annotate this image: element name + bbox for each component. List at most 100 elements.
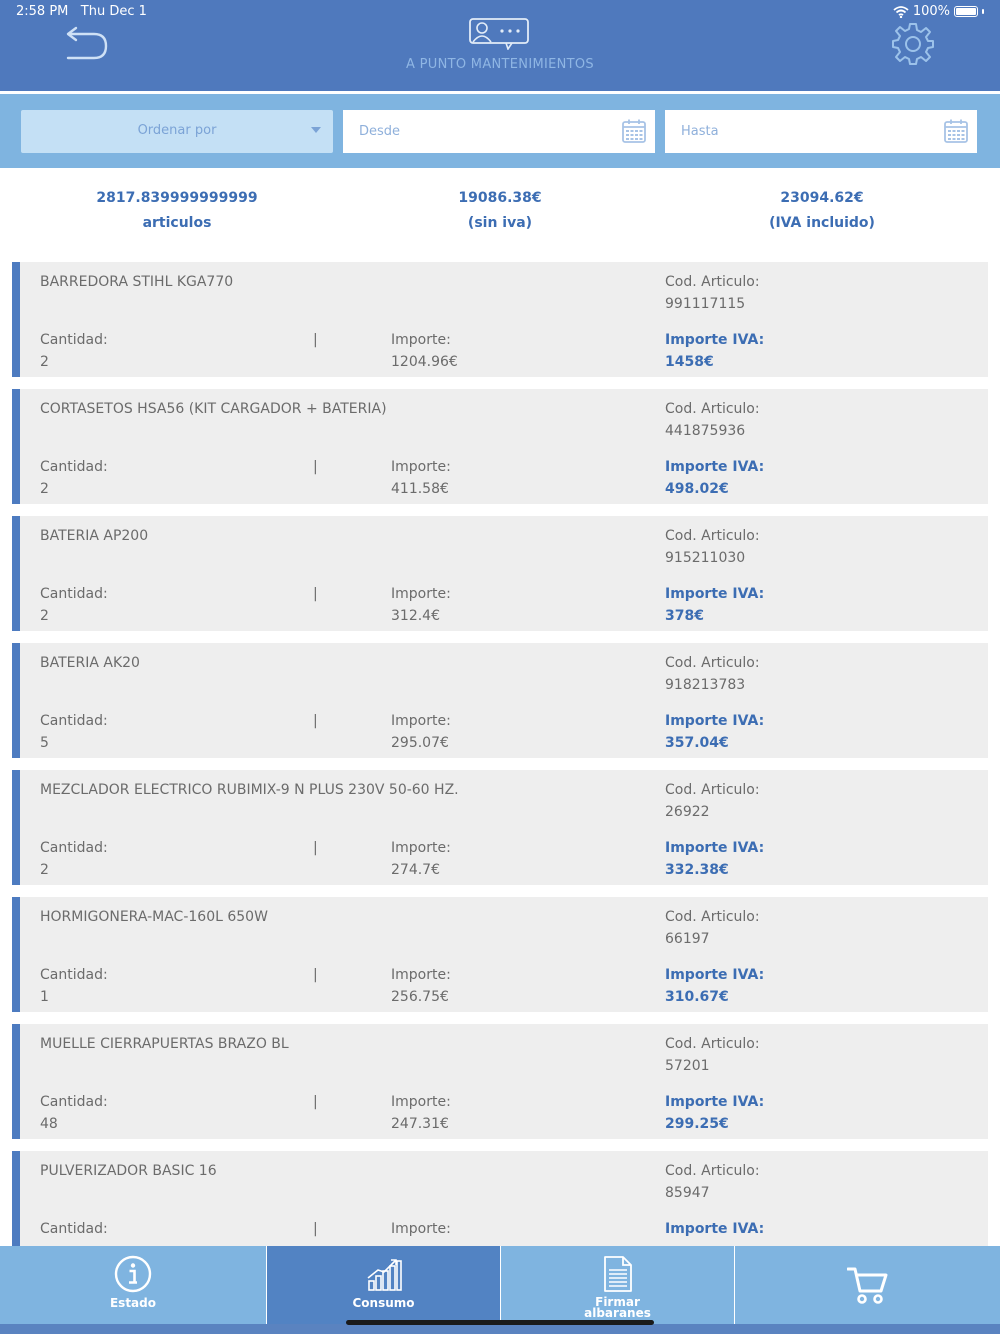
date-from-input[interactable] [343, 110, 613, 153]
order-by-dropdown[interactable]: Ordenar por [21, 110, 333, 153]
list-item[interactable]: BARREDORA STIHL KGA770 Cod. Articulo: 9911… [12, 262, 988, 377]
item-amount-vat-value: 332.38€ [665, 862, 729, 878]
item-separator: | [313, 586, 318, 602]
tab-consumo-label: Consumo [352, 1296, 415, 1310]
date-to-input[interactable] [665, 110, 935, 153]
item-amount-vat-label: Importe IVA: [665, 459, 765, 475]
item-separator: | [313, 1094, 318, 1110]
tab-cart[interactable] [735, 1246, 1000, 1324]
item-quantity-label: Cantidad: [40, 1094, 108, 1110]
item-separator: | [313, 459, 318, 475]
item-name: BATERIA AP200 [40, 528, 149, 544]
filter-bar: Ordenar por [0, 94, 1000, 168]
item-accent-bar [12, 262, 20, 377]
chevron-down-icon [311, 127, 321, 133]
calendar-icon[interactable] [943, 118, 969, 144]
item-code-label: Cod. Articulo: [665, 655, 760, 671]
article-list[interactable]: BARREDORA STIHL KGA770 Cod. Articulo: 9911… [12, 262, 988, 1246]
bottom-strip [0, 1324, 1000, 1334]
list-item[interactable]: MUELLE CIERRAPUERTAS BRAZO BL Cod. Articu… [12, 1024, 988, 1139]
app-header: 2:58 PM Thu Dec 1 100% A PUNTO MANTENIMI… [0, 0, 1000, 91]
list-item[interactable]: BATERIA AP200 Cod. Articulo: 915211030 Cant… [12, 516, 988, 631]
tab-estado[interactable]: Estado [0, 1246, 266, 1324]
item-accent-bar [12, 770, 20, 885]
item-code-label: Cod. Articulo: [665, 909, 760, 925]
summary-label: articulos [142, 215, 212, 231]
item-name: BARREDORA STIHL KGA770 [40, 274, 234, 290]
item-code-label: Cod. Articulo: [665, 528, 760, 544]
item-quantity-label: Cantidad: [40, 459, 108, 475]
summary-value: 23094.62€ [780, 190, 864, 206]
item-amount-label: Importe: [391, 332, 451, 348]
item-amount-label: Importe: [391, 459, 451, 475]
item-code-value: 441875936 [665, 423, 746, 439]
item-amount-value: 312.4€ [391, 608, 440, 624]
item-quantity-value: 2 [40, 862, 49, 878]
list-item[interactable]: CORTASETOS HSA56 (KIT CARGADOR + BATERIA… [12, 389, 988, 504]
item-code-label: Cod. Articulo: [665, 1163, 760, 1179]
item-quantity-label: Cantidad: [40, 840, 108, 856]
item-amount-label: Importe: [391, 1221, 451, 1237]
item-code-label: Cod. Articulo: [665, 401, 760, 417]
tab-consumo[interactable]: Consumo [267, 1246, 500, 1324]
item-separator: | [313, 967, 318, 983]
item-name: MEZCLADOR ELECTRICO RUBIMIX-9 N PLUS 230… [40, 782, 459, 798]
item-quantity-label: Cantidad: [40, 586, 108, 602]
item-quantity-label: Cantidad: [40, 332, 108, 348]
item-name: PULVERIZADOR BASIC 16 [40, 1163, 217, 1179]
item-amount-vat-label: Importe IVA: [665, 1221, 765, 1237]
date-from-field[interactable] [343, 110, 655, 153]
item-quantity-label: Cantidad: [40, 1221, 108, 1237]
status-time: 2:58 PM Thu Dec 1 [16, 4, 147, 19]
gear-icon[interactable] [890, 21, 936, 67]
tab-albaranes-label: albaranes [584, 1306, 651, 1320]
item-amount-value: 1204.96€ [391, 354, 458, 370]
item-amount-value: 274.7€ [391, 862, 440, 878]
item-quantity-value: 48 [40, 1116, 58, 1132]
item-quantity-label: Cantidad: [40, 713, 108, 729]
item-code-label: Cod. Articulo: [665, 1036, 760, 1052]
item-amount-vat-label: Importe IVA: [665, 840, 765, 856]
item-accent-bar [12, 1151, 20, 1246]
item-amount-vat-label: Importe IVA: [665, 332, 765, 348]
list-item[interactable]: MEZCLADOR ELECTRICO RUBIMIX-9 N PLUS 230… [12, 770, 988, 885]
item-amount-value: 247.31€ [391, 1116, 449, 1132]
list-item[interactable]: HORMIGONERA-MAC-160L 650W Cod. Articulo: 6… [12, 897, 988, 1012]
item-code-value: 66197 [665, 931, 710, 947]
tab-firmar-albaranes[interactable]: Firmar albaranes [501, 1246, 734, 1324]
item-amount-vat-label: Importe IVA: [665, 967, 765, 983]
item-code-label: Cod. Articulo: [665, 274, 760, 290]
chat-support-icon [469, 18, 529, 50]
item-accent-bar [12, 1024, 20, 1139]
item-amount-vat-value: 378€ [665, 608, 704, 624]
item-code-value: 991117115 [665, 296, 746, 312]
item-code-value: 915211030 [665, 550, 746, 566]
app-title: A PUNTO MANTENIMIENTOS [406, 57, 594, 72]
item-amount-vat-label: Importe IVA: [665, 586, 765, 602]
item-quantity-value: 2 [40, 481, 49, 497]
item-amount-label: Importe: [391, 713, 451, 729]
item-name: MUELLE CIERRAPUERTAS BRAZO BL [40, 1036, 289, 1052]
home-indicator[interactable] [346, 1320, 654, 1325]
item-quantity-value: 1 [40, 989, 49, 1005]
item-amount-vat-value: 299.25€ [665, 1116, 729, 1132]
item-amount-label: Importe: [391, 586, 451, 602]
summary-label: (IVA incluido) [769, 215, 875, 231]
list-item[interactable]: BATERIA AK20 Cod. Articulo: 918213783 Canti… [12, 643, 988, 758]
item-quantity-value: 2 [40, 608, 49, 624]
list-item[interactable]: PULVERIZADOR BASIC 16 Cod. Articulo: 85947… [12, 1151, 988, 1246]
item-quantity-value: 2 [40, 354, 49, 370]
item-accent-bar [12, 389, 20, 504]
calendar-icon[interactable] [621, 118, 647, 144]
item-amount-vat-label: Importe IVA: [665, 713, 765, 729]
battery-icon [954, 6, 978, 17]
item-amount-label: Importe: [391, 840, 451, 856]
item-code-label: Cod. Articulo: [665, 782, 760, 798]
item-quantity-value: 5 [40, 735, 49, 751]
summary-value: 19086.38€ [458, 190, 542, 206]
wifi-icon [893, 5, 909, 18]
tab-estado-label: Estado [109, 1296, 156, 1310]
item-name: HORMIGONERA-MAC-160L 650W [40, 909, 268, 925]
item-amount-vat-value: 357.04€ [665, 735, 729, 751]
date-to-field[interactable] [665, 110, 977, 153]
